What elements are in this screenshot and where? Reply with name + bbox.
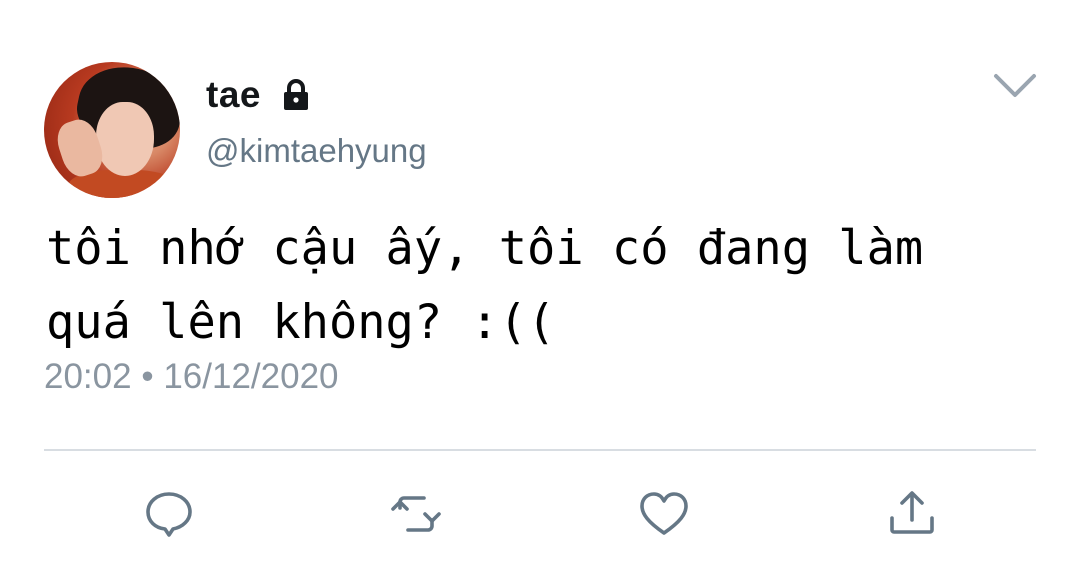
share-upload-icon (890, 491, 934, 534)
lock-icon (279, 78, 313, 112)
tweet-card: tae @kimtaehyung tôi nhớ cậu ấy, tôi có … (0, 0, 1080, 570)
tweet-date: 16/12/2020 (163, 357, 339, 396)
chevron-down-icon[interactable] (990, 68, 1040, 104)
tweet-text: tôi nhớ cậu ấy, tôi có đang làm quá lên … (46, 221, 924, 350)
action-bar (0, 488, 1080, 540)
heart-icon (640, 492, 688, 535)
reply-button[interactable] (143, 488, 195, 540)
divider (44, 449, 1036, 451)
author-handle[interactable]: @kimtaehyung (206, 132, 427, 170)
like-button[interactable] (638, 488, 690, 540)
retweet-arrows-icon (391, 496, 441, 532)
author-name-row: tae (206, 74, 313, 116)
display-name[interactable]: tae (206, 74, 261, 116)
avatar-face (96, 102, 154, 176)
share-button[interactable] (886, 488, 938, 540)
timestamp-separator: • (141, 357, 154, 396)
retweet-button[interactable] (390, 488, 442, 540)
avatar[interactable] (44, 62, 180, 198)
speech-bubble-icon (146, 492, 192, 537)
tweet-time: 20:02 (44, 357, 132, 396)
tweet-timestamp[interactable]: 20:02 • 16/12/2020 (44, 357, 339, 397)
